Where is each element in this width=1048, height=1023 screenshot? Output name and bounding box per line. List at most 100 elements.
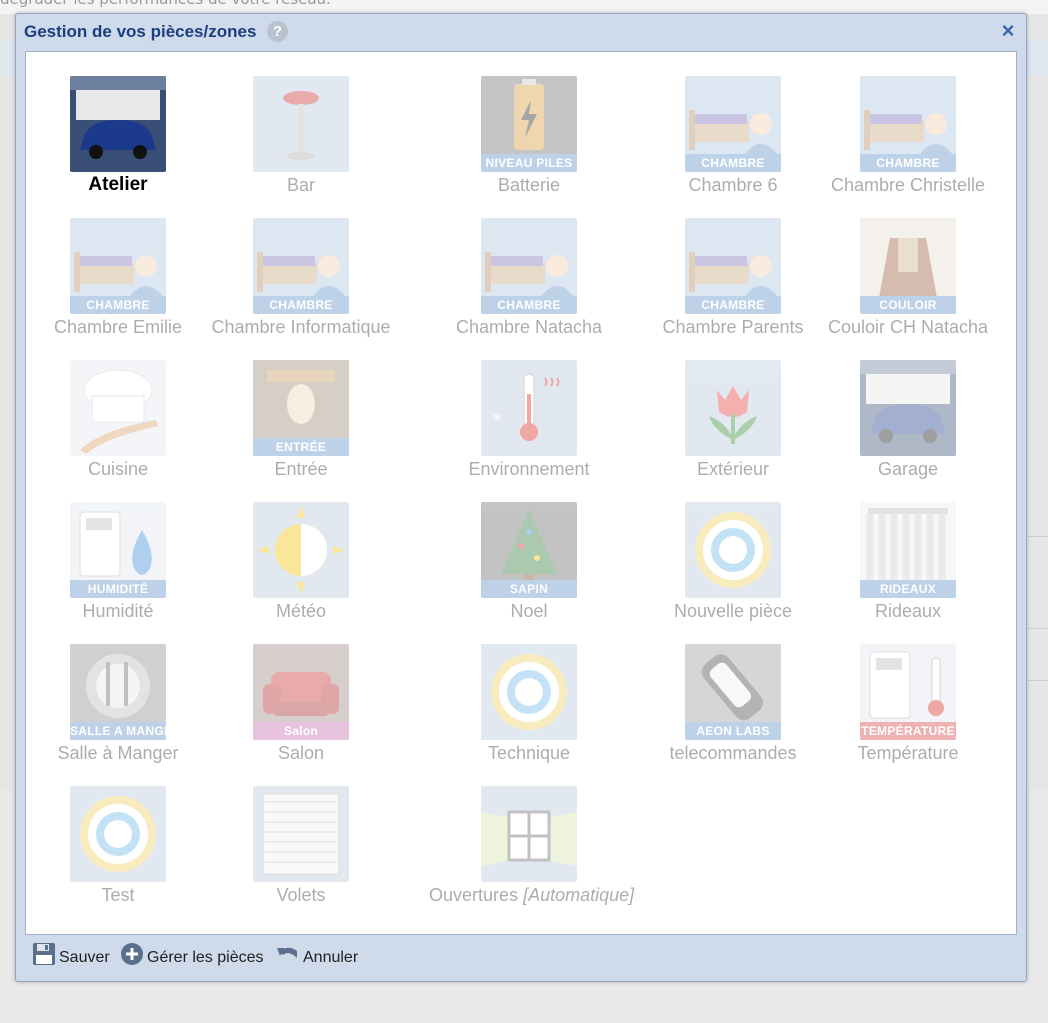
room-item[interactable]: Salon Salon [201,644,401,765]
help-icon[interactable]: ? [267,21,288,42]
room-banner: CHAMBRE [685,296,781,314]
room-label: Extérieur [633,457,833,481]
room-item[interactable]: Technique [429,644,629,765]
room-item[interactable]: CHAMBRE Chambre Emilie [18,218,218,339]
room-item[interactable]: Extérieur [633,360,833,481]
room-item[interactable]: ENTRÉE Entrée [201,360,401,481]
room-banner: COULOIR [860,296,956,314]
room-item[interactable]: Ouvertures [Automatique] [429,786,634,907]
room-label: Météo [201,599,401,623]
manage-rooms-button[interactable]: Gérer les pièces [120,942,264,966]
plus-circle-icon [120,942,144,974]
humidity-sensor-icon: HUMIDITÉ [70,502,166,598]
undo-arrow-icon [276,942,300,974]
bed-person-icon: CHAMBRE [860,76,956,172]
room-banner: CHAMBRE [685,154,781,172]
room-name: Garage [877,459,939,479]
room-name: Environnement [468,459,590,479]
room-label: telecommandes [633,741,833,765]
room-item[interactable]: RIDEAUX Rideaux [808,502,1008,623]
room-item[interactable]: AEON LABS telecommandes [633,644,833,765]
room-label: Volets [201,883,401,907]
close-button[interactable]: × [997,19,1019,43]
armchair-icon: Salon [253,644,349,740]
room-label: Environnement [429,457,629,481]
room-item[interactable]: Nouvelle pièce [633,502,833,623]
room-item[interactable]: CHAMBRE Chambre Parents [633,218,833,339]
room-item[interactable]: HUMIDITÉ Humidité [18,502,218,623]
room-name: Couloir CH Natacha [827,317,989,337]
room-name: Cuisine [87,459,149,479]
room-item[interactable]: NIVEAU PILES Batterie [429,76,629,197]
dialog-footer: Sauver Gérer les pièces Annuler [25,935,1017,973]
room-name: Technique [487,743,571,763]
cancel-label: Annuler [303,949,359,967]
room-item[interactable]: CHAMBRE Chambre Natacha [429,218,629,339]
room-banner: TEMPÉRATURE [860,722,956,740]
manage-rooms-label: Gérer les pièces [147,949,264,967]
cancel-button[interactable]: Annuler [276,942,358,966]
room-item[interactable]: Atelier [18,76,218,197]
dialog-title: Gestion de vos pièces/zones [24,22,257,41]
room-label: Chambre Christelle [808,173,1008,197]
shutter-icon [253,786,349,882]
bed-person-icon: CHAMBRE [481,218,577,314]
room-name: Chambre Christelle [830,175,986,195]
bed-person-icon: CHAMBRE [70,218,166,314]
room-item[interactable]: Cuisine [18,360,218,481]
christmas-tree-icon: SAPIN [481,502,577,598]
save-label: Sauver [59,949,110,967]
room-banner: SAPIN [481,580,577,598]
room-item[interactable]: CHAMBRE Chambre Informatique [201,218,401,339]
garage-car-icon [860,360,956,456]
thermometer-icon: * [481,360,577,456]
room-label: Entrée [201,457,401,481]
room-item[interactable]: Test [18,786,218,907]
bed-person-icon: CHAMBRE [253,218,349,314]
room-item[interactable]: * Environnement [429,360,629,481]
room-name: Humidité [82,601,154,621]
room-management-dialog: Gestion de vos pièces/zones ? × Atelier B… [15,13,1027,982]
room-automatic-tag: [Automatique] [523,885,635,905]
room-name: Chambre Informatique [211,317,391,337]
room-label: Chambre Natacha [429,315,629,339]
room-banner: CHAMBRE [860,154,956,172]
room-item[interactable]: Bar [201,76,401,197]
room-label: Chambre Emilie [18,315,218,339]
room-item[interactable]: TEMPÉRATURE Température [808,644,1008,765]
room-item[interactable]: SALLE A MANGER Salle à Manger [18,644,218,765]
room-label: Rideaux [808,599,1008,623]
room-label: Atelier [18,173,218,197]
background-header: dégrader les performances de votre résea… [0,0,1048,14]
background-divider [1028,680,1048,681]
room-label: Chambre 6 [633,173,833,197]
room-banner: SALLE A MANGER [70,722,166,740]
room-banner: NIVEAU PILES [481,154,577,172]
room-name: Température [857,743,959,763]
room-name: Chambre Parents [662,317,804,337]
room-banner: ENTRÉE [253,438,349,456]
room-label: Température [808,741,1008,765]
room-label: Technique [429,741,629,765]
svg-text:*: * [493,410,502,431]
room-item[interactable]: CHAMBRE Chambre 6 [633,76,833,197]
room-item[interactable]: Volets [201,786,401,907]
room-banner: CHAMBRE [481,296,577,314]
chef-hat-icon [70,360,166,456]
dialog-titlebar[interactable]: Gestion de vos pièces/zones ? × [16,14,1026,50]
room-item[interactable]: CHAMBRE Chambre Christelle [808,76,1008,197]
room-item[interactable]: Garage [808,360,1008,481]
room-item[interactable]: Météo [201,502,401,623]
room-item[interactable]: SAPIN Noel [429,502,629,623]
room-label: Noel [429,599,629,623]
room-label: Chambre Informatique [201,315,401,339]
bed-person-icon: CHAMBRE [685,76,781,172]
room-name: Atelier [88,174,148,195]
save-button[interactable]: Sauver [32,942,110,966]
room-label: Salle à Manger [18,741,218,765]
background-divider [1028,628,1048,629]
room-label: Couloir CH Natacha [808,315,1008,339]
tulip-icon [685,360,781,456]
room-item[interactable]: COULOIR Couloir CH Natacha [808,218,1008,339]
room-name: Volets [276,885,326,905]
